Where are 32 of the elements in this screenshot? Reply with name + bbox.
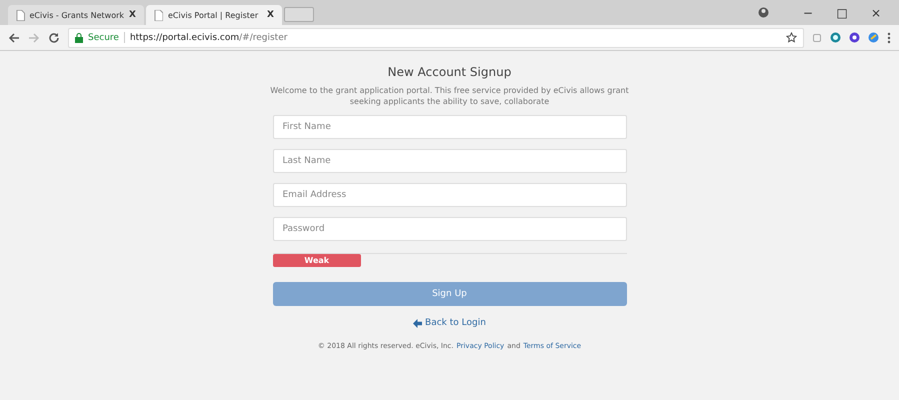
url-text: https://portal.ecivis.com/#/register: [130, 32, 288, 42]
page-icon: [154, 10, 163, 20]
window-control[interactable]: ×: [859, 6, 893, 20]
input-field[interactable]: Last Name: [272, 149, 626, 173]
address-bar[interactable]: Secure https://portal.ecivis.com/#/register: [68, 28, 804, 48]
tab-title: eCivis Portal | Register: [168, 10, 260, 20]
extension-icon[interactable]: [849, 32, 860, 43]
secure-label: Secure: [88, 32, 119, 42]
menu-icon[interactable]: [887, 32, 891, 44]
browser-tab[interactable]: eCivis Portal | Register X: [146, 5, 282, 25]
page-title: New Account Signup: [386, 65, 512, 79]
intro-text: Welcome to the grant application portal. This free service provided by eCivis allows grant seeking applicants the ability to save, collaborate: [269, 85, 630, 107]
profile-icon[interactable]: [758, 7, 769, 18]
input-field[interactable]: Password: [272, 217, 626, 241]
strength-fill: Weak: [272, 254, 361, 267]
window-control[interactable]: −: [791, 6, 825, 20]
lock-icon: [75, 32, 83, 42]
reload-icon[interactable]: [48, 32, 60, 44]
input-field[interactable]: First Name: [272, 115, 626, 139]
extension-icon[interactable]: [830, 32, 841, 43]
browser-tab[interactable]: eCivis - Grants Network X: [8, 5, 144, 25]
tab-close-button[interactable]: X: [129, 10, 136, 20]
back-icon[interactable]: [8, 32, 20, 44]
back-to-login-link[interactable]: Back to Login: [425, 318, 486, 328]
star-icon[interactable]: [786, 32, 797, 43]
back-arrow-icon: [413, 318, 422, 328]
input-field[interactable]: Email Address: [272, 183, 626, 207]
tab-close-button[interactable]: X: [267, 10, 274, 20]
tab-title: eCivis - Grants Network: [30, 10, 124, 20]
extension-icon[interactable]: [868, 32, 879, 43]
window-control[interactable]: □: [825, 6, 859, 20]
page-icon: [16, 10, 24, 20]
